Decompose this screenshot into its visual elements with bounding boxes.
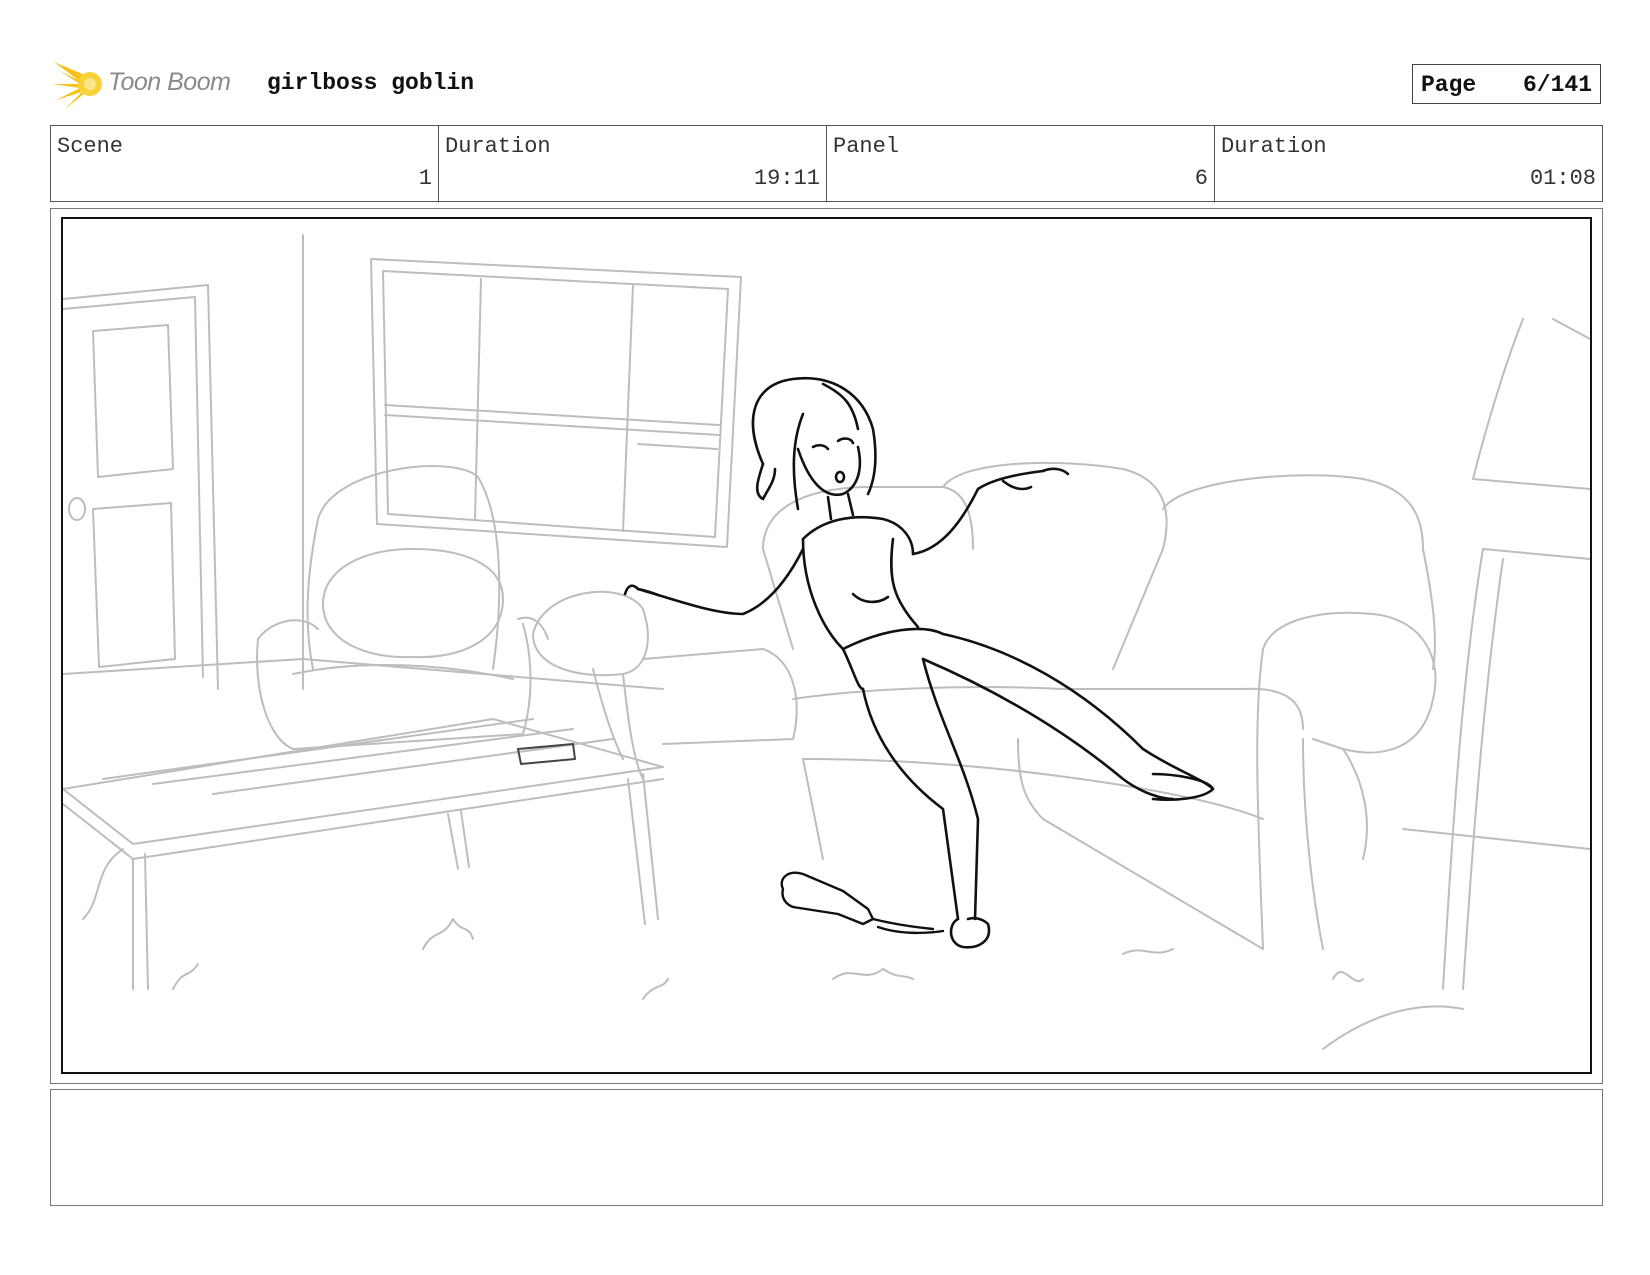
scene-cell: Scene 1 [51,126,439,201]
scene-duration-cell: Duration 19:11 [439,126,827,201]
bottle-sketch [780,871,945,935]
page-label: Page [1421,72,1477,98]
character-sketch [623,376,1215,949]
panel-value: 6 [1194,166,1208,191]
panel-duration-label: Duration [1221,134,1327,159]
panel-duration-cell: Duration 01:08 [1215,126,1602,201]
panel-notes [50,1089,1603,1206]
scene-duration-value: 19:11 [753,166,820,191]
scene-label: Scene [57,134,124,159]
scene-value: 1 [418,166,432,191]
panel-duration-value: 01:08 [1529,166,1596,191]
logo-text: Toon Boom [108,68,231,96]
toon-boom-star-icon [52,62,102,110]
project-title: girlboss goblin [267,70,475,96]
page-number: 6/141 [1522,72,1592,98]
scene-duration-label: Duration [445,134,551,159]
panel-info-row: Scene 1 Duration 19:11 Panel 6 Duration … [50,125,1603,202]
page-indicator: Page 6/141 [1412,64,1601,104]
storyboard-panel-image [61,217,1592,1074]
panel-label: Panel [833,134,900,159]
toon-boom-logo: Toon Boom [52,58,252,110]
panel-cell: Panel 6 [827,126,1215,201]
storyboard-sketch [63,234,1590,1050]
background-sketch [63,234,1590,1050]
